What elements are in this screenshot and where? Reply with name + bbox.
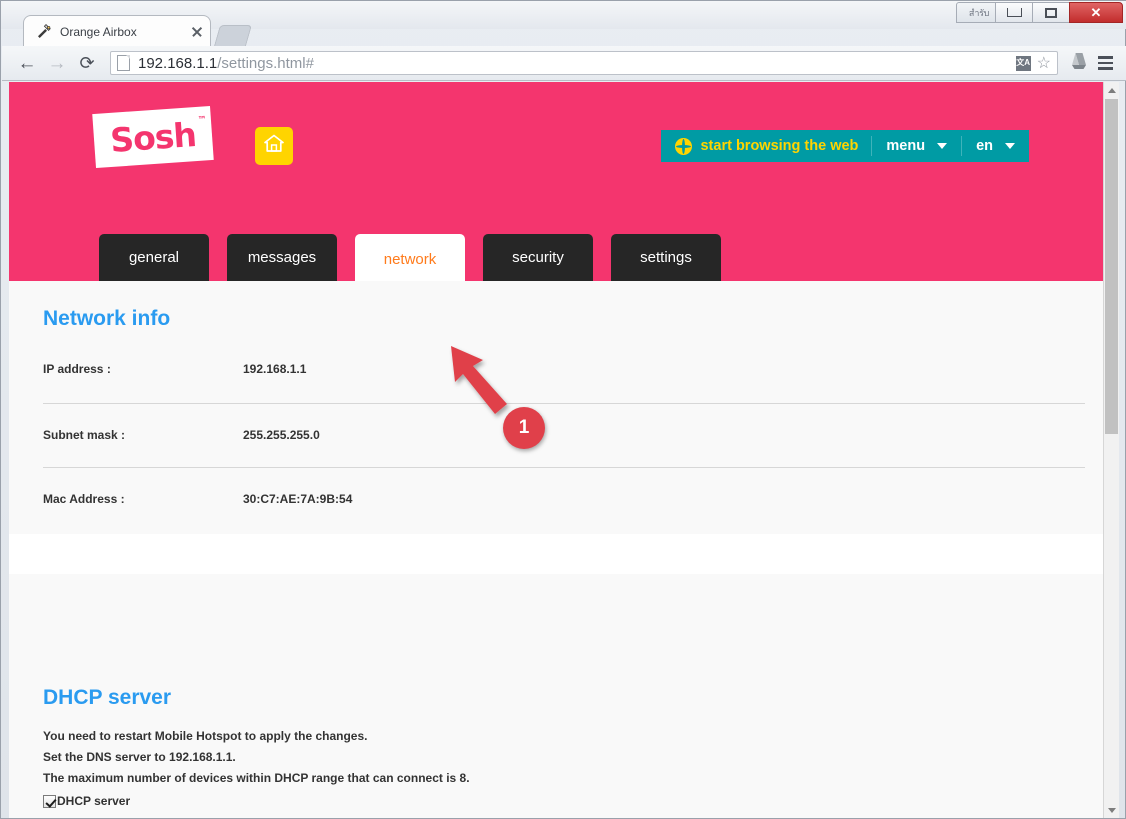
scrollbar-thumb[interactable] — [1105, 99, 1118, 434]
tab-general[interactable]: general — [99, 234, 209, 281]
subnet-mask-value: 255.255.255.0 — [243, 428, 320, 442]
back-button[interactable]: ← — [12, 48, 42, 78]
translate-icon[interactable]: 文A — [1015, 55, 1031, 71]
chevron-down-icon — [937, 143, 948, 149]
reload-button[interactable]: ⟳ — [72, 48, 102, 78]
menu-dropdown-label: menu — [886, 138, 926, 154]
row-subnet-mask: Subnet mask : 255.255.255.0 — [43, 403, 1085, 467]
dhcp-notes: You need to restart Mobile Hotspot to ap… — [43, 726, 470, 789]
sosh-logo-text: Sosh ™ — [108, 114, 207, 160]
language-dropdown-label: en — [976, 138, 993, 154]
main-nav-tabs: general messages network security settin… — [99, 234, 721, 284]
site-header: Sosh ™ start browsing the web menu en ge… — [9, 82, 1103, 284]
close-tab-icon[interactable] — [190, 25, 204, 39]
start-browsing-label: start browsing the web — [700, 138, 859, 154]
network-info-title: Network info — [43, 307, 171, 330]
url-host: 192.168.1.1 — [138, 54, 218, 72]
browser-tab-strip: Orange Airbox — [1, 15, 1126, 47]
tab-security[interactable]: security — [483, 234, 593, 281]
sosh-logo[interactable]: Sosh ™ — [92, 105, 214, 169]
subnet-mask-label: Subnet mask : — [43, 428, 126, 442]
browser-tab-title: Orange Airbox — [60, 24, 137, 39]
utility-bar: start browsing the web menu en — [661, 130, 1029, 162]
ip-address-label: IP address : — [43, 362, 111, 376]
dhcp-note-3: The maximum number of devices within DHC… — [43, 771, 470, 785]
bookmark-star-icon[interactable]: ☆ — [1037, 53, 1051, 73]
scroll-down-button[interactable] — [1104, 802, 1119, 818]
page-scrollbar[interactable] — [1103, 82, 1119, 818]
reload-icon: ⟳ — [79, 52, 95, 73]
browser-tab-orange-airbox[interactable]: Orange Airbox — [23, 15, 211, 47]
address-bar[interactable]: 192.168.1.1/settings.html# 文A ☆ — [110, 51, 1058, 75]
globe-icon — [675, 137, 693, 155]
dhcp-server-panel: DHCP server You need to restart Mobile H… — [9, 574, 1103, 818]
panel-spacer — [9, 534, 1103, 574]
tab-network[interactable]: network — [355, 234, 465, 284]
mac-address-label: Mac Address : — [43, 492, 125, 506]
dhcp-server-checkbox-row[interactable]: DHCP server — [43, 794, 130, 808]
scroll-up-button[interactable] — [1104, 82, 1119, 98]
tab-messages[interactable]: messages — [227, 234, 337, 281]
url-path: /settings.html# — [217, 54, 314, 72]
dhcp-note-1: You need to restart Mobile Hotspot to ap… — [43, 729, 368, 743]
dhcp-server-checkbox-label: DHCP server — [57, 794, 131, 808]
tab-settings[interactable]: settings — [611, 234, 721, 281]
menu-bar-3 — [1097, 67, 1113, 70]
chevron-down-icon — [1107, 807, 1116, 813]
browser-window: สำรับ ✕ Orange Airbox ← → ⟳ 192.168.1.1/… — [0, 0, 1126, 819]
start-browsing-button[interactable]: start browsing the web — [661, 130, 871, 162]
drive-icon[interactable] — [1068, 51, 1090, 76]
network-info-panel: Network info IP address : 192.168.1.1 Su… — [9, 281, 1103, 534]
browser-toolbar: ← → ⟳ 192.168.1.1/settings.html# 文A ☆ — [2, 46, 1126, 81]
row-ip-address: IP address : 192.168.1.1 — [43, 337, 1085, 401]
tools-icon — [36, 23, 52, 40]
back-arrow-icon: ← — [17, 52, 37, 74]
chevron-up-icon — [1107, 87, 1116, 93]
annotation-badge-1: 1 — [503, 407, 545, 449]
dhcp-server-title: DHCP server — [43, 686, 172, 709]
screenshot-root: สำรับ ✕ Orange Airbox ← → ⟳ 192.168.1.1/… — [0, 0, 1126, 819]
forward-arrow-icon: → — [47, 52, 67, 74]
menu-dropdown[interactable]: menu — [872, 130, 961, 162]
mac-address-value: 30:C7:AE:7A:9B:54 — [243, 492, 353, 506]
forward-button[interactable]: → — [42, 48, 72, 78]
page-viewport: Sosh ™ start browsing the web menu en ge… — [9, 82, 1119, 818]
home-icon — [263, 133, 285, 159]
dhcp-note-2: Set the DNS server to 192.168.1.1. — [43, 750, 236, 764]
address-bar-actions: 文A ☆ — [1015, 53, 1051, 73]
dhcp-server-checkbox[interactable] — [43, 794, 56, 808]
url-text: 192.168.1.1/settings.html# — [138, 55, 314, 72]
new-tab-button[interactable] — [213, 25, 253, 46]
ip-address-value: 192.168.1.1 — [243, 362, 307, 376]
language-dropdown[interactable]: en — [962, 130, 1029, 162]
row-mac-address: Mac Address : 30:C7:AE:7A:9B:54 — [43, 467, 1085, 531]
page-info-icon — [117, 55, 130, 71]
home-button[interactable] — [255, 127, 293, 165]
trademark-mark: ™ — [197, 114, 207, 126]
browser-menu-icon[interactable] — [1092, 50, 1118, 76]
page-content: Sosh ™ start browsing the web menu en ge… — [9, 82, 1103, 818]
menu-bar-2 — [1097, 61, 1113, 65]
menu-bar-1 — [1097, 56, 1113, 59]
chevron-down-icon — [1005, 143, 1015, 149]
